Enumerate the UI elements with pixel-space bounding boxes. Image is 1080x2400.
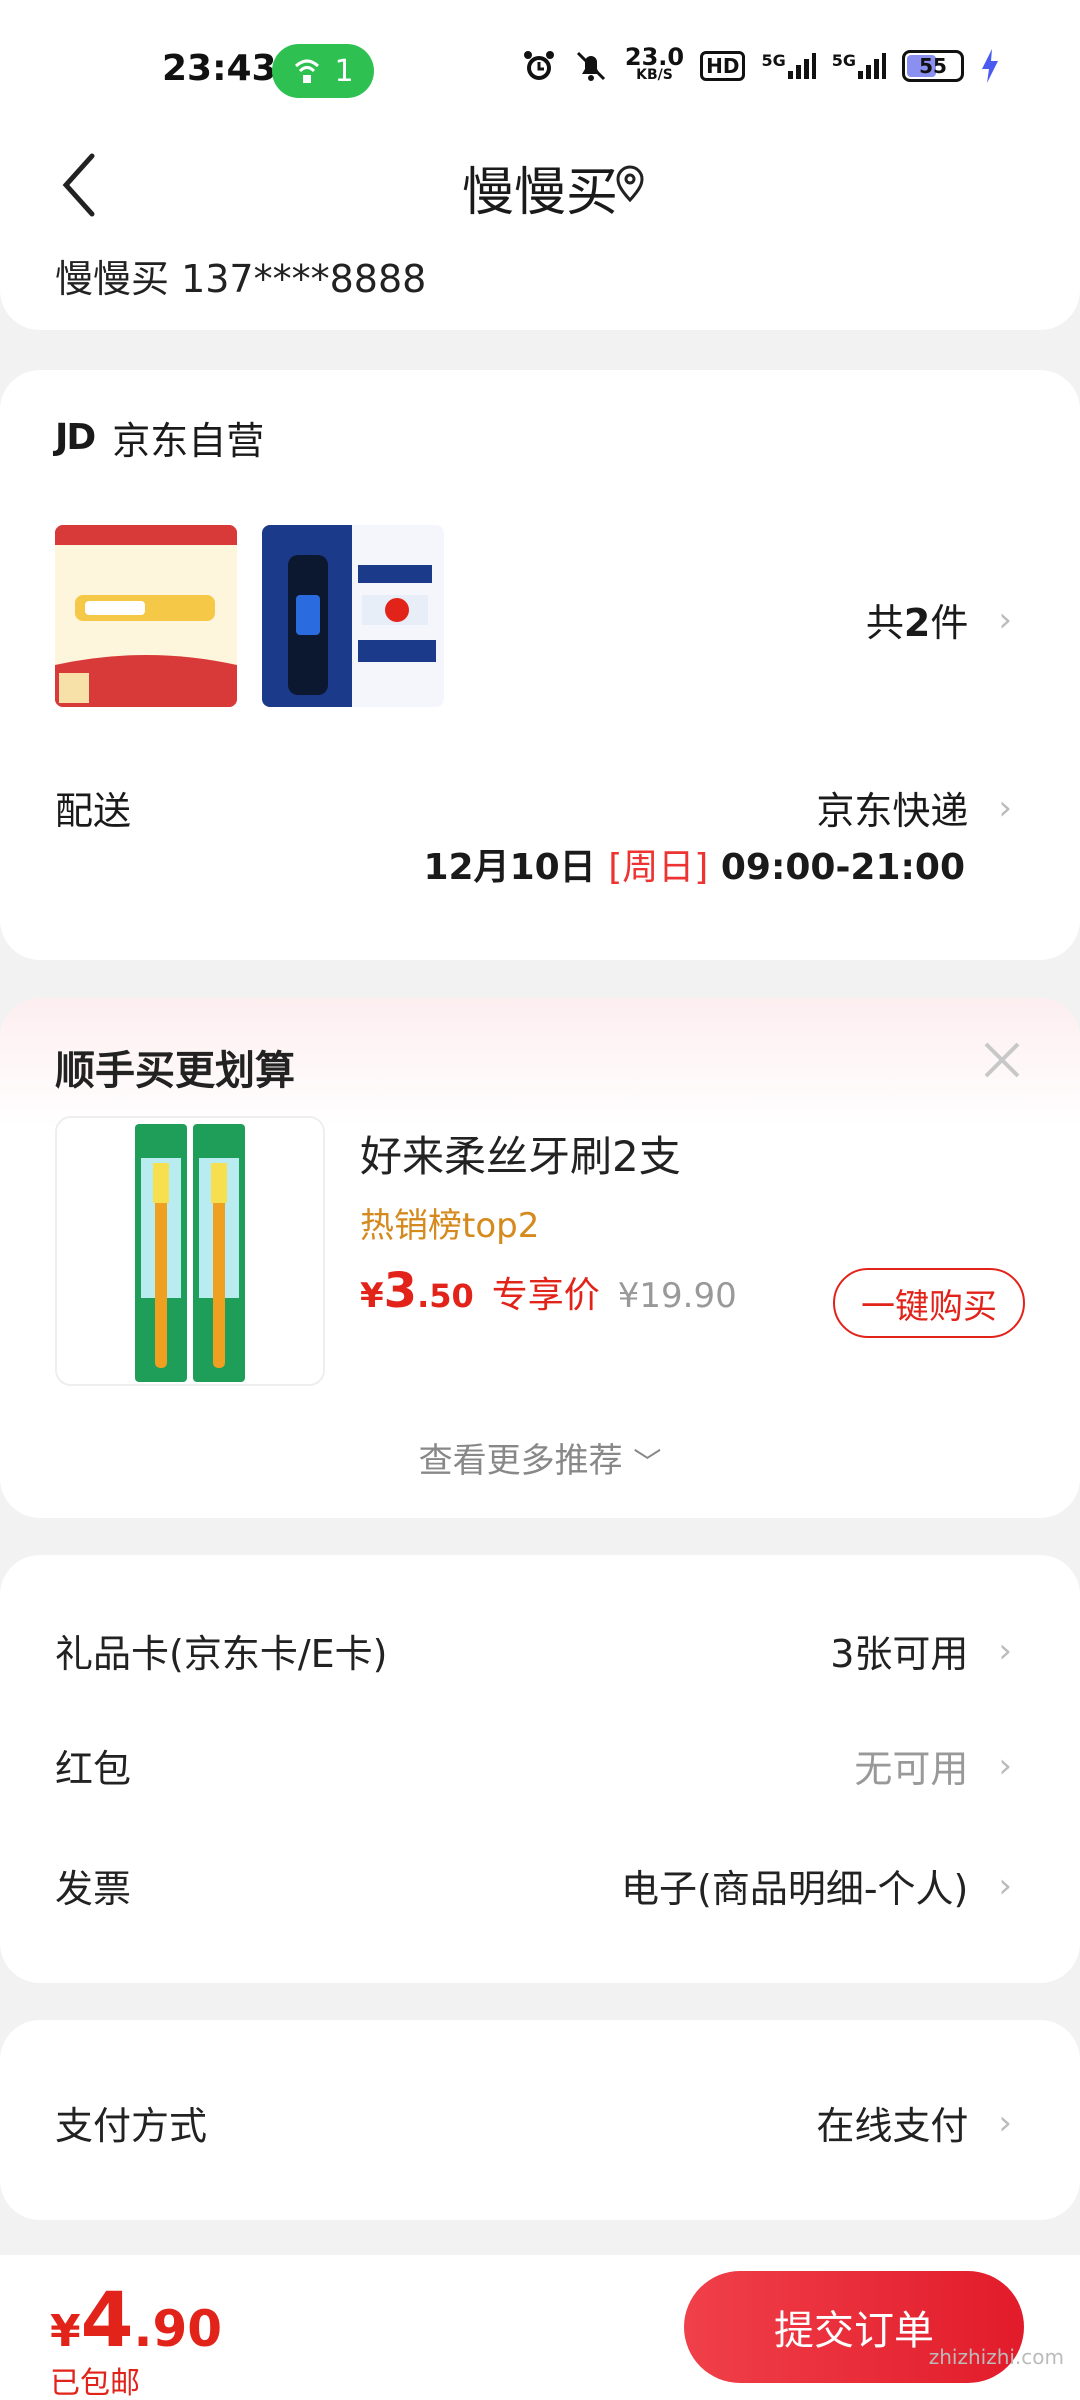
payment-card: 支付方式 在线支付 ›	[0, 2020, 1080, 2220]
close-button[interactable]	[980, 1038, 1024, 1082]
one-click-buy-button[interactable]: 一键购买	[833, 1268, 1025, 1338]
store-name: 京东自营	[112, 419, 265, 463]
hotspot-icon	[295, 59, 320, 83]
hotspot-indicator: 1	[272, 44, 374, 98]
item-count: 共2件	[865, 601, 969, 645]
alarm-icon	[521, 48, 557, 84]
chevron-right-icon: ›	[998, 599, 1012, 640]
view-more-recommendations[interactable]: 查看更多推荐 ﹀	[0, 1433, 1080, 1482]
product-thumb-1[interactable]	[55, 525, 237, 707]
invoice-value[interactable]: 电子(商品明细-个人) ›	[621, 1858, 1012, 1913]
chevron-right-icon: ›	[998, 2102, 1012, 2143]
exclusive-price: ¥3.50	[360, 1263, 474, 1319]
order-total: ¥ 4 .90	[50, 2275, 223, 2364]
mute-icon	[573, 48, 609, 84]
chevron-right-icon: ›	[998, 787, 1012, 828]
clock: 23:43	[162, 48, 277, 89]
checkout-bar: ¥ 4 .90 已包邮 提交订单	[0, 2255, 1080, 2400]
location-pin-icon[interactable]	[612, 164, 648, 208]
hd-badge: HD	[700, 51, 746, 81]
item-count-row[interactable]: 共2件 ›	[866, 592, 1012, 647]
product-thumb-2[interactable]	[262, 525, 444, 707]
bestseller-tag: 热销榜top2	[360, 1206, 540, 1246]
battery-icon: 55	[902, 50, 964, 82]
close-icon	[984, 1042, 1020, 1078]
original-price: ¥19.90	[617, 1276, 737, 1316]
recommend-title: 顺手买更划算	[55, 1048, 295, 1094]
page-title: 慢慢买	[461, 163, 618, 223]
gift-card-label: 礼品卡(京东卡/E卡)	[55, 1632, 388, 1676]
payment-method-label: 支付方式	[55, 2104, 208, 2148]
jd-logo-icon: JD	[55, 417, 96, 458]
chevron-right-icon: ›	[998, 1865, 1012, 1906]
net-speed: 23.0 KB/S	[624, 43, 685, 83]
invoice-label: 发票	[55, 1867, 132, 1911]
recommend-product-name[interactable]: 好来柔丝牙刷2支	[360, 1123, 681, 1184]
recommend-price: ¥3.50 专享价 ¥19.90	[360, 1263, 737, 1319]
red-packet-label: 红包	[55, 1747, 132, 1791]
delivery-method[interactable]: 京东快递 ›	[816, 780, 1012, 835]
address-line[interactable]: 慢慢买 137****8888	[55, 248, 426, 303]
signal-icon-2: 5G	[832, 51, 886, 81]
chevron-right-icon: ›	[998, 1630, 1012, 1671]
shipping-note: 已包邮	[50, 2366, 140, 2400]
store-row: JD 京东自营	[55, 410, 264, 465]
signal-icon: 5G	[761, 51, 816, 81]
chevron-down-icon: ﹀	[633, 1446, 662, 1479]
order-card: JD 京东自营 共2件 › 配送 京东快递 › 12月10日 [周日] 09:0…	[0, 370, 1080, 960]
benefits-card: 礼品卡(京东卡/E卡) 3张可用 › 红包 无可用 › 发票 电子(商品明细-个…	[0, 1555, 1080, 1983]
header: 慢慢买 慢慢买 137****8888	[0, 130, 1080, 330]
delivery-time: 12月10日 [周日] 09:00-21:00	[423, 847, 965, 888]
watermark: zhizhizhi.com	[928, 2345, 1064, 2369]
status-icons: 23.0 KB/S HD 5G 5G 55	[521, 43, 1000, 84]
hotspot-count: 1	[334, 53, 354, 89]
exclusive-price-label: 专享价	[491, 1275, 600, 1316]
payment-method-value[interactable]: 在线支付 ›	[816, 2095, 1012, 2150]
recommend-product-image[interactable]	[55, 1116, 325, 1386]
chevron-right-icon: ›	[998, 1745, 1012, 1786]
charging-icon	[980, 49, 1000, 83]
recommend-card: 顺手买更划算 好来柔丝牙刷2支 热销榜top2 ¥3.50 专享价 ¥19.90…	[0, 998, 1080, 1518]
delivery-label: 配送	[55, 789, 132, 833]
status-bar: 23:43 1 23.0 KB/S HD 5G 5G 55	[0, 0, 1080, 130]
red-packet-value[interactable]: 无可用 ›	[854, 1738, 1012, 1793]
gift-card-value[interactable]: 3张可用 ›	[830, 1623, 1012, 1678]
